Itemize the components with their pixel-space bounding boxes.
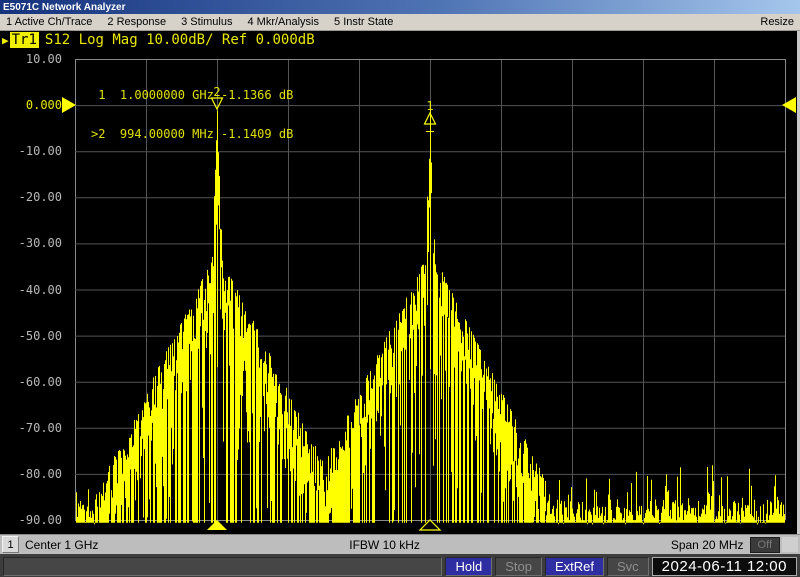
active-trace-arrow-icon: ▶ — [2, 34, 9, 47]
hold-indicator[interactable]: Hold — [445, 557, 492, 576]
entry-bar-filler — [782, 537, 798, 552]
y-axis-label: 10.00 — [0, 52, 62, 66]
resize-button[interactable]: Resize — [760, 16, 794, 28]
status-message-area — [3, 557, 442, 576]
extref-indicator[interactable]: ExtRef — [545, 557, 604, 576]
y-axis-label: -70.00 — [0, 421, 62, 435]
ifbw-label[interactable]: IFBW 10 kHz — [349, 538, 420, 552]
trace-name-badge[interactable]: Tr1 — [10, 32, 39, 48]
marker-readout: 1 1.0000000 GHz -1.1366 dB >2 994.00000 … — [91, 63, 293, 167]
y-axis-label: -40.00 — [0, 283, 62, 297]
trace-format-text: S12 Log Mag 10.00dB/ Ref 0.000dB — [45, 32, 315, 48]
datetime-display: 2024-06-11 12:00 — [652, 557, 797, 576]
stop-indicator[interactable]: Stop — [495, 557, 542, 576]
y-axis-label: -10.00 — [0, 144, 62, 158]
y-axis-label: -90.00 — [0, 513, 62, 527]
window-title: E5071C Network Analyzer — [3, 2, 125, 13]
off-button[interactable]: Off — [750, 537, 780, 553]
menu-bar: 1 Active Ch/Trace 2 Response 3 Stimulus … — [0, 14, 800, 31]
menu-mkr-analysis[interactable]: 4 Mkr/Analysis — [247, 16, 319, 28]
center-frequency-label[interactable]: Center 1 GHz — [25, 538, 98, 552]
window-titlebar: E5071C Network Analyzer — [0, 0, 800, 14]
entry-bar: 1 Center 1 GHz IFBW 10 kHz Span 20 MHz O… — [0, 534, 800, 554]
status-bar: Hold Stop ExtRef Svc 2024-06-11 12:00 — [0, 554, 800, 577]
y-axis-label: -30.00 — [0, 236, 62, 250]
y-axis-label: -50.00 — [0, 329, 62, 343]
y-axis-reference-label: 0.000 — [0, 98, 62, 112]
trace-status-line: ▶ Tr1 S12 Log Mag 10.00dB/ Ref 0.000dB — [2, 32, 315, 48]
analyzer-screen: E5071C Network Analyzer 1 Active Ch/Trac… — [0, 0, 800, 577]
svc-indicator[interactable]: Svc — [607, 557, 649, 576]
span-label[interactable]: Span 20 MHz — [671, 538, 744, 552]
display-area: 12 ▶ Tr1 S12 Log Mag 10.00dB/ Ref 0.000d… — [0, 31, 800, 534]
channel-number-box[interactable]: 1 — [2, 536, 19, 553]
svg-text:1: 1 — [426, 99, 433, 113]
menu-active-ch-trace[interactable]: 1 Active Ch/Trace — [6, 16, 92, 28]
menu-stimulus[interactable]: 3 Stimulus — [181, 16, 232, 28]
y-axis-label: -60.00 — [0, 375, 62, 389]
y-axis-label: -80.00 — [0, 467, 62, 481]
marker-readout-row-2: >2 994.00000 MHz -1.1409 dB — [91, 128, 293, 141]
menu-instr-state[interactable]: 5 Instr State — [334, 16, 393, 28]
menu-response[interactable]: 2 Response — [107, 16, 166, 28]
y-axis-label: -20.00 — [0, 190, 62, 204]
marker-readout-row-1: 1 1.0000000 GHz -1.1366 dB — [91, 89, 293, 102]
